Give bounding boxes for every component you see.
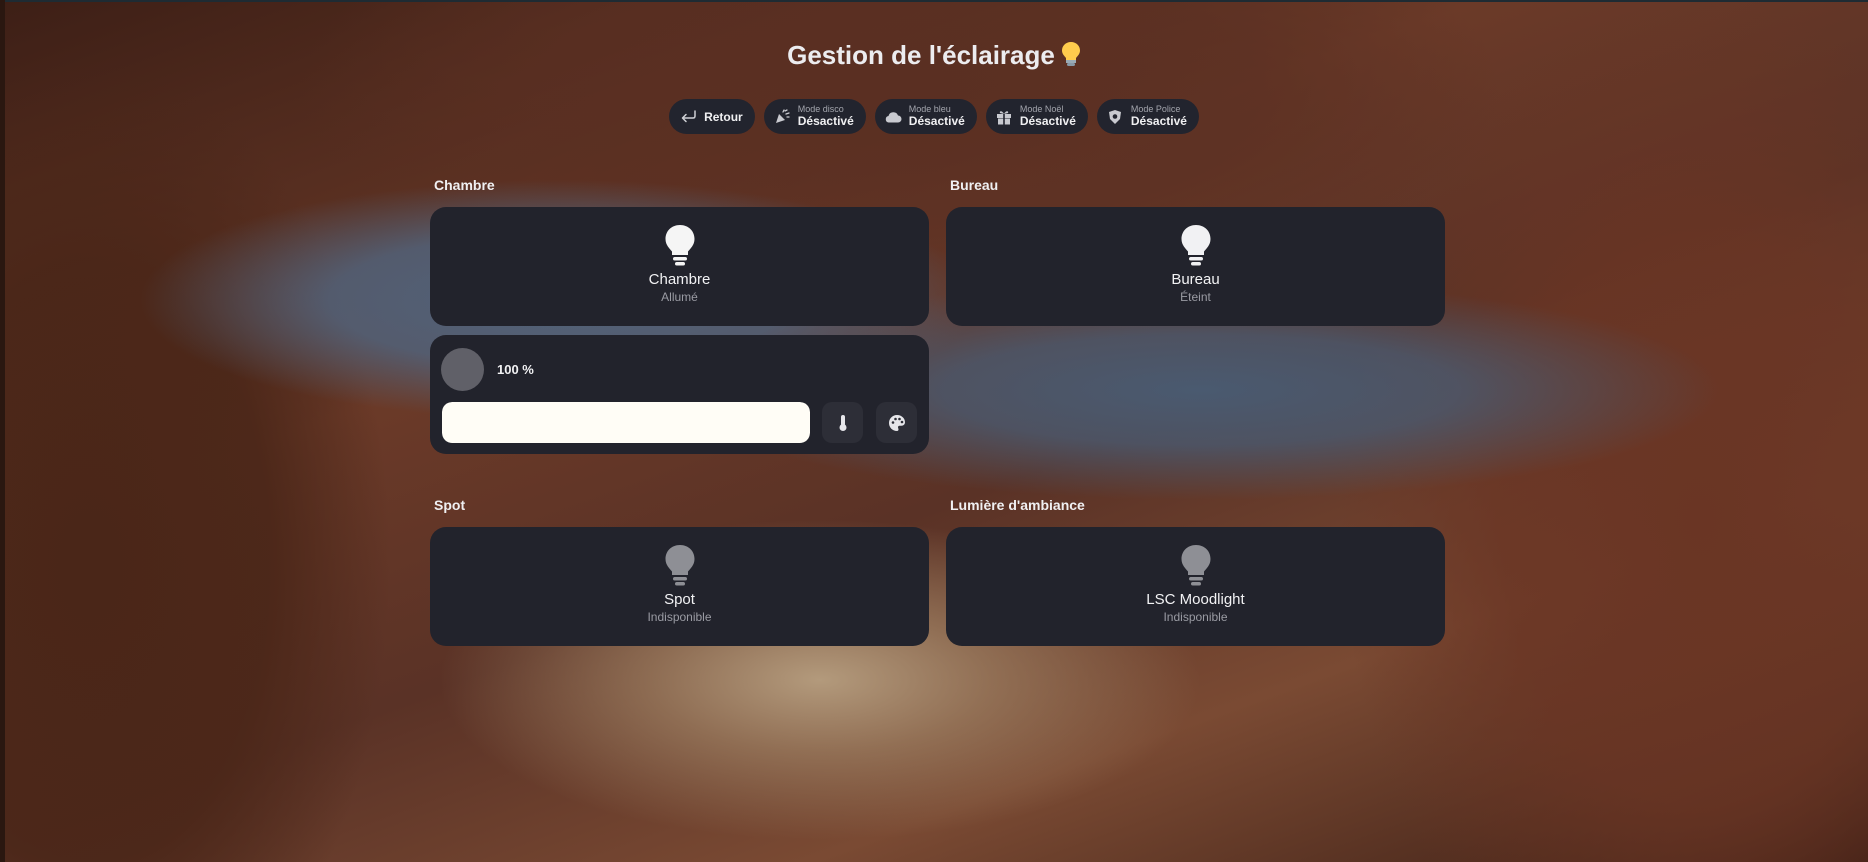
light-state: Indisponible: [1163, 610, 1228, 624]
section-label-chambre: Chambre: [434, 177, 495, 193]
light-card-chambre[interactable]: Chambre Allumé: [430, 207, 929, 326]
palette-icon: [888, 414, 905, 431]
light-state: Indisponible: [647, 610, 712, 624]
power-toggle-knob[interactable]: [441, 348, 484, 391]
disco-mode-toggle[interactable]: Mode disco Désactivé: [763, 99, 866, 134]
light-state: Allumé: [661, 290, 698, 304]
back-label: Retour: [704, 109, 743, 124]
light-card-bureau[interactable]: Bureau Éteint: [946, 207, 1445, 326]
mode-chips: Retour Mode disco Désactivé Mode bleu Dé…: [0, 99, 1868, 134]
chambre-controls: 100 %: [430, 335, 929, 454]
back-button[interactable]: Retour: [669, 99, 755, 134]
brightness-slider-fill: [442, 402, 810, 443]
section-label-spot: Spot: [434, 497, 466, 513]
brightness-slider[interactable]: [442, 402, 810, 443]
cloud-icon: [884, 108, 902, 126]
gift-icon: [995, 108, 1013, 126]
section-label-ambiance: Lumière d'ambiance: [950, 497, 1085, 513]
blue-mode-toggle[interactable]: Mode bleu Désactivé: [874, 99, 977, 134]
police-badge-icon: [1106, 108, 1124, 126]
color-picker-button[interactable]: [876, 402, 917, 443]
color-temperature-button[interactable]: [822, 402, 863, 443]
light-name: Spot: [664, 591, 695, 608]
light-state: Éteint: [1180, 290, 1211, 304]
lightbulb-icon: [1181, 225, 1210, 266]
light-card-moodlight[interactable]: LSC Moodlight Indisponible: [946, 527, 1445, 646]
light-card-spot[interactable]: Spot Indisponible: [430, 527, 929, 646]
lightbulb-icon: [665, 545, 694, 586]
section-label-bureau: Bureau: [950, 177, 999, 193]
top-border: [0, 0, 1868, 2]
blue-mode-state: Désactivé: [908, 113, 965, 128]
arrow-return-icon: [679, 108, 697, 126]
christmas-mode-toggle[interactable]: Mode Noël Désactivé: [985, 99, 1088, 134]
lightbulb-emoji-icon: [1061, 41, 1081, 74]
light-name: Bureau: [1171, 271, 1220, 288]
christmas-mode-state: Désactivé: [1019, 113, 1076, 128]
page-title: Gestion de l'éclairage: [0, 40, 1868, 74]
lightbulb-icon: [1181, 545, 1210, 586]
police-mode-state: Désactivé: [1130, 113, 1187, 128]
lightbulb-icon: [665, 225, 694, 266]
light-name: Chambre: [648, 271, 711, 288]
disco-mode-state: Désactivé: [797, 113, 854, 128]
light-name: LSC Moodlight: [1146, 591, 1245, 608]
police-mode-toggle[interactable]: Mode Police Désactivé: [1096, 99, 1199, 134]
brightness-value: 100 %: [497, 362, 534, 377]
page-title-text: Gestion de l'éclairage: [787, 40, 1055, 70]
thermometer-icon: [839, 414, 846, 431]
party-popper-icon: [773, 108, 791, 126]
